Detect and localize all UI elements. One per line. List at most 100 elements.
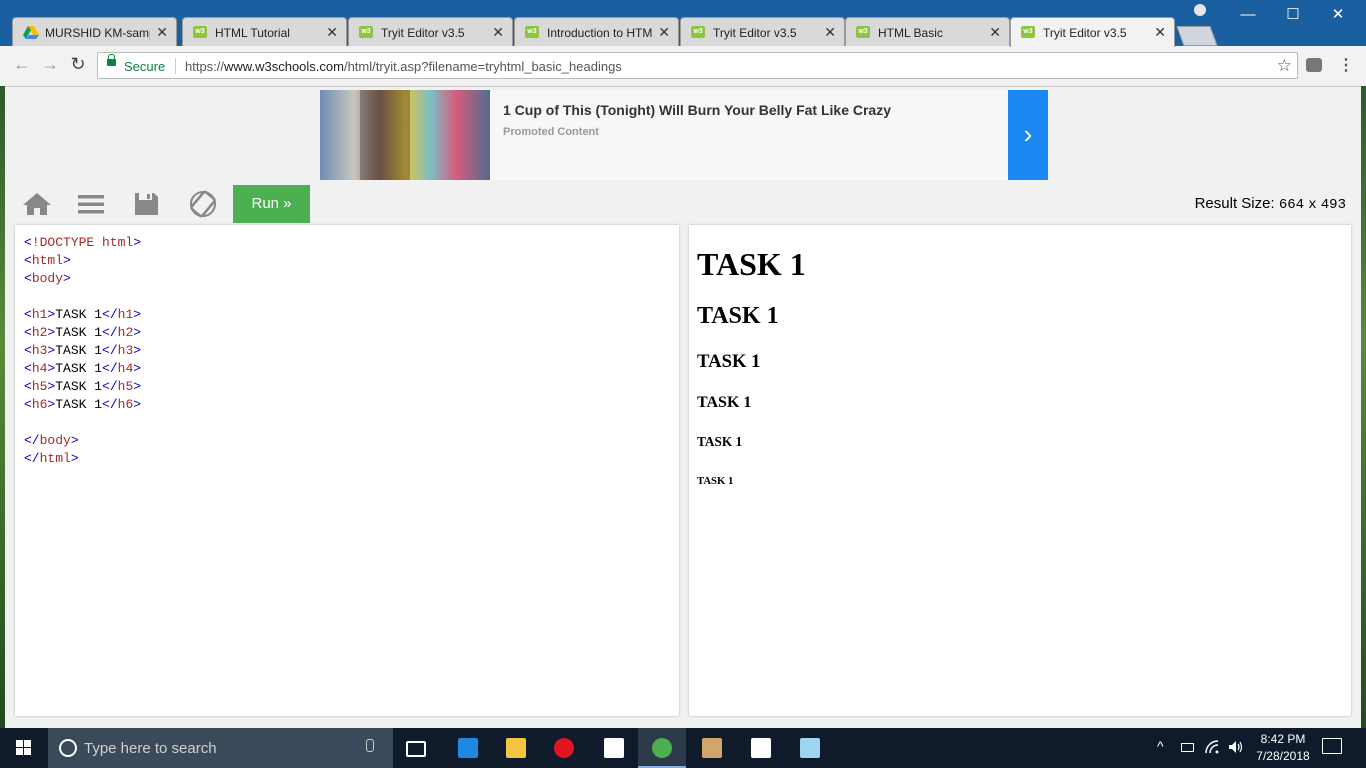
tab-close-icon[interactable]: ✕ <box>824 24 836 41</box>
w3schools-icon: w3 <box>691 26 705 38</box>
code-line: <!DOCTYPE html> <box>24 235 142 250</box>
tab-title: Introduction to HTM <box>547 26 652 40</box>
microphone-icon[interactable] <box>366 739 374 752</box>
ad-banner[interactable]: 1 Cup of This (Tonight) Will Burn Your B… <box>320 90 1048 180</box>
tab-title: HTML Tutorial <box>215 26 290 40</box>
snipping-tool-icon <box>702 738 722 758</box>
window-minimize-button[interactable]: — <box>1228 4 1268 26</box>
code-line: <h3>TASK 1</h3> <box>24 343 142 358</box>
browser-tab[interactable]: MURSHID KM-samp ✕ <box>12 17 177 47</box>
taskbar-app-edge[interactable] <box>444 728 492 768</box>
back-button[interactable]: ← <box>10 54 34 75</box>
code-editor[interactable]: <!DOCTYPE html> <html> <body> <h1>TASK 1</h… <box>15 225 679 716</box>
browser-tab[interactable]: w3 Tryit Editor v3.5 ✕ <box>348 17 513 47</box>
forward-button[interactable]: → <box>38 54 62 75</box>
taskbar-app-opera[interactable] <box>540 728 588 768</box>
browser-tab[interactable]: w3 Introduction to HTM ✕ <box>514 17 679 47</box>
tab-title: Tryit Editor v3.5 <box>381 26 465 40</box>
tryit-toolbar: Run » Result Size: 664 x 493 <box>5 184 1361 224</box>
ad-arrow-button[interactable]: › <box>1008 90 1048 180</box>
taskbar-app-file-explorer[interactable] <box>492 728 540 768</box>
search-placeholder: Type here to search <box>84 740 217 757</box>
clock-date[interactable]: 7/28/2018 <box>1252 749 1314 763</box>
windows-logo-pane <box>24 748 31 755</box>
windows-logo-icon <box>16 740 23 747</box>
profile-icon[interactable] <box>1194 4 1206 16</box>
opera-icon <box>554 738 574 758</box>
code-content[interactable]: <!DOCTYPE html> <html> <body> <h1>TASK 1</h… <box>15 225 679 468</box>
ad-image[interactable] <box>320 90 490 180</box>
action-center-icon[interactable] <box>1322 738 1342 754</box>
tab-close-icon[interactable]: ✕ <box>1154 24 1166 41</box>
browser-toolbar: ← → ↻ Secure https://www.w3schools.com/h… <box>0 46 1366 87</box>
code-line: <h5>TASK 1</h5> <box>24 379 142 394</box>
code-line: <body> <box>24 271 71 286</box>
lock-icon <box>107 54 116 66</box>
paint-icon <box>800 738 820 758</box>
result-size-label: Result Size: <box>1194 195 1275 212</box>
browser-tab[interactable]: w3 Tryit Editor v3.5 ✕ <box>1010 17 1175 47</box>
taskbar-app-chrome[interactable] <box>638 728 686 768</box>
tab-close-icon[interactable]: ✕ <box>989 24 1001 41</box>
window-maximize-button[interactable]: ☐ <box>1273 4 1313 26</box>
bookmark-star-icon[interactable]: ☆ <box>1277 56 1292 76</box>
file-explorer-icon <box>506 738 526 758</box>
browser-tab[interactable]: w3 HTML Basic ✕ <box>845 17 1010 47</box>
battery-icon[interactable] <box>1181 743 1194 752</box>
code-line: <h4>TASK 1</h4> <box>24 361 142 376</box>
start-button[interactable] <box>0 728 48 768</box>
result-width: 664 <box>1278 197 1305 213</box>
taskbar-app-notepad[interactable] <box>590 728 638 768</box>
code-line: </html> <box>24 451 79 466</box>
tab-title: MURSHID KM-samp <box>45 26 150 40</box>
tab-close-icon[interactable]: ✕ <box>326 24 338 41</box>
taskbar-search[interactable]: Type here to search <box>48 728 393 768</box>
windows-taskbar: Type here to search ^ 8:42 PM 7/28/2018 <box>0 728 1366 768</box>
taskbar-app-task-view[interactable] <box>392 728 440 768</box>
run-button[interactable]: Run » <box>233 185 310 223</box>
wifi-icon[interactable] <box>1205 740 1221 754</box>
result-height: 493 <box>1320 197 1346 213</box>
taskbar-app-snipping-tool[interactable] <box>688 728 736 768</box>
url-domain: www.w3schools.com <box>224 59 344 74</box>
clock-time[interactable]: 8:42 PM <box>1258 732 1308 746</box>
browser-tab[interactable]: w3 HTML Tutorial ✕ <box>182 17 347 47</box>
tray-expand-icon[interactable]: ^ <box>1157 738 1164 754</box>
menu-icon[interactable] <box>73 190 109 218</box>
tab-close-icon[interactable]: ✕ <box>658 24 670 41</box>
result-h4: TASK 1 <box>697 394 752 411</box>
new-tab-button[interactable] <box>1176 26 1218 46</box>
chrome-icon <box>652 738 672 758</box>
reload-button[interactable]: ↻ <box>66 54 90 75</box>
result-h3: TASK 1 <box>697 351 761 372</box>
taskbar-app-slack[interactable] <box>737 728 785 768</box>
extension-icon[interactable] <box>1306 58 1322 72</box>
desktop-wallpaper-right <box>1361 86 1366 728</box>
taskbar-app-paint[interactable] <box>786 728 834 768</box>
w3schools-icon: w3 <box>1021 26 1035 38</box>
url-path: /html/tryit.asp?filename=tryhtml_basic_h… <box>343 59 622 74</box>
browser-tab[interactable]: w3 Tryit Editor v3.5 ✕ <box>680 17 845 47</box>
window-close-button[interactable]: ✕ <box>1318 4 1358 26</box>
code-line: <h1>TASK 1</h1> <box>24 307 142 322</box>
chrome-menu-icon[interactable]: ⋮ <box>1338 55 1354 75</box>
save-icon[interactable] <box>128 190 164 218</box>
slack-icon <box>751 738 771 758</box>
volume-icon[interactable] <box>1228 740 1244 754</box>
w3schools-icon: w3 <box>359 26 373 38</box>
cortana-icon <box>59 739 77 757</box>
tab-close-icon[interactable]: ✕ <box>492 24 504 41</box>
code-line: <h6>TASK 1</h6> <box>24 397 142 412</box>
security-label: Secure <box>124 59 166 74</box>
w3schools-icon: w3 <box>856 26 870 38</box>
rotate-icon[interactable] <box>185 190 221 218</box>
home-icon[interactable] <box>19 190 55 218</box>
code-line: <h2>TASK 1</h2> <box>24 325 142 340</box>
tab-close-icon[interactable]: ✕ <box>156 24 168 41</box>
ad-headline[interactable]: 1 Cup of This (Tonight) Will Burn Your B… <box>503 102 891 118</box>
code-line: </body> <box>24 433 79 448</box>
w3schools-tryit-page: 1 Cup of This (Tonight) Will Burn Your B… <box>5 87 1361 728</box>
url-text[interactable]: https://www.w3schools.com/html/tryit.asp… <box>185 59 622 74</box>
address-bar[interactable]: Secure https://www.w3schools.com/html/tr… <box>97 52 1298 79</box>
tab-title: Tryit Editor v3.5 <box>1043 26 1127 40</box>
